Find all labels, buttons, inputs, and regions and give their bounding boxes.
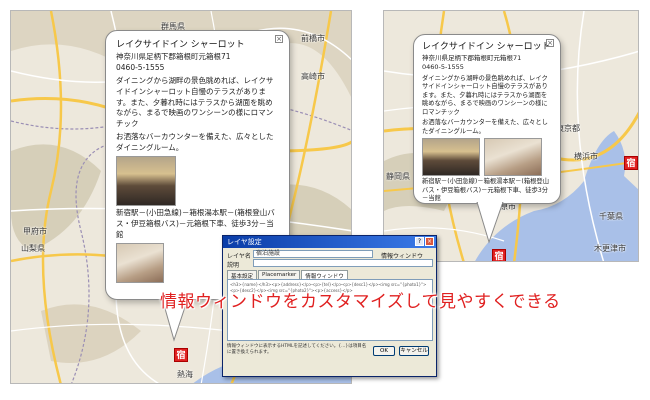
hotel-phone: 0460-5-1555 [116, 62, 165, 72]
city-label: 甲府市 [23, 227, 47, 236]
info-window: × レイクサイドイン シャーロット 神奈川県足柄下郡箱根町元箱根71 0460-… [413, 34, 561, 204]
dialog-note: 情報ウィンドウに表示するHTMLを記述してください。{...}は項目名に置き換え… [227, 344, 367, 355]
hotel-description: ダイニングから湖畔の景色眺めれば、レイクサイドインシャーロット自慢のテラスがあり… [116, 75, 274, 129]
city-label: 横浜市 [574, 152, 598, 161]
hotel-name: レイクサイドイン シャーロット [116, 40, 245, 50]
city-label: 熱海 [177, 370, 193, 379]
hotel-name: レイクサイドイン シャーロット [422, 42, 551, 52]
close-icon[interactable]: × [425, 237, 434, 246]
city-label: 静岡県 [386, 172, 410, 181]
city-label: 前橋市 [301, 34, 325, 43]
hotel-marker[interactable]: 宿 [492, 249, 506, 261]
room-photo [116, 242, 164, 283]
city-label: 千葉県 [599, 212, 623, 221]
layer-name-field[interactable]: 宿泊施設 [253, 250, 373, 258]
description-field[interactable] [253, 259, 433, 267]
hotel-address: 神奈川県足柄下郡箱根町元箱根71 [116, 52, 231, 62]
description-label: 説明 [227, 262, 240, 269]
hotel-description: ダイニングから湖畔の景色眺めれば、レイクサイドインシャーロット自慢のテラスがあり… [422, 74, 548, 116]
dialog-titlebar[interactable]: レイヤ設定 ? × [223, 236, 436, 248]
hotel-description-2: お洒落なバーカウンターを備えた、広々としたダイニングルーム。 [116, 132, 274, 153]
hotel-phone: 0460-5-1555 [422, 63, 464, 72]
dialog-title: レイヤ設定 [227, 238, 262, 246]
city-label: 高崎市 [301, 72, 325, 81]
hotel-marker[interactable]: 宿 [624, 156, 638, 170]
lake-photo [116, 155, 176, 206]
ok-button[interactable]: OK [373, 346, 395, 356]
layer-name-label: レイヤ名 [227, 253, 251, 260]
room-photo [484, 138, 542, 177]
hotel-address: 神奈川県足柄下郡箱根町元箱根71 [422, 54, 522, 63]
info-window-tail [476, 202, 504, 244]
hotel-description-2: お洒落なバーカウンターを備えた、広々としたダイニングルーム。 [422, 119, 548, 135]
cancel-button[interactable]: キャンセル [399, 346, 429, 356]
city-label: 山梨県 [21, 244, 45, 253]
hotel-access: 新宿駅－(小田急線)－箱根湯本駅－(箱根登山バス・伊豆箱根バス)－元箱根下車、徒… [422, 178, 550, 203]
caption: 情報ウィンドウをカスタマイズして見やすくできる [160, 292, 561, 312]
city-label: 木更津市 [594, 244, 626, 253]
close-icon[interactable]: × [275, 35, 283, 43]
close-icon[interactable]: × [546, 39, 554, 47]
help-icon[interactable]: ? [415, 237, 424, 246]
lake-photo [422, 138, 480, 177]
hotel-marker[interactable]: 宿 [174, 348, 188, 362]
